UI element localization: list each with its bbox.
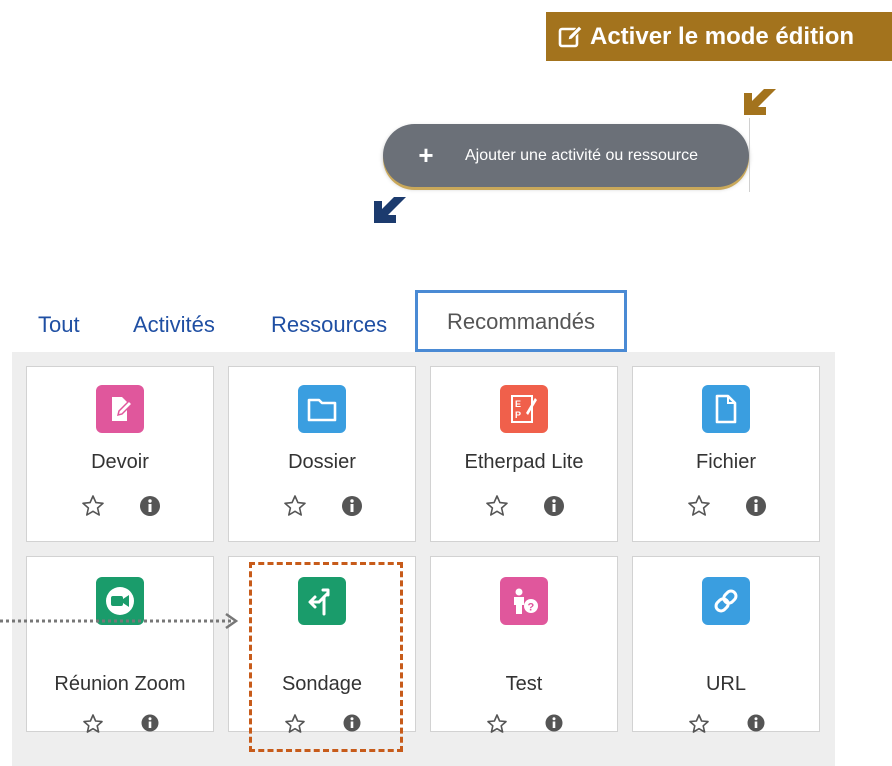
info-icon[interactable] [139,495,161,517]
star-icon[interactable] [81,714,105,734]
folder-icon [298,385,346,433]
info-icon[interactable] [745,714,767,732]
star-icon[interactable] [485,714,509,734]
module-card-dossier[interactable]: Dossier [228,366,416,542]
star-icon[interactable] [687,714,711,734]
module-card-test[interactable]: ? Test [430,556,618,734]
add-activity-label: Ajouter une activité ou ressource [465,146,699,164]
edit-mode-label: Activer le mode édition [590,22,855,50]
edit-icon [558,24,583,47]
star-icon[interactable] [283,494,307,518]
divider [749,118,750,192]
module-tabs: Tout Activités Ressources Recommandés [0,290,892,352]
highlight-frame [249,562,403,752]
quiz-icon: ? [500,577,548,625]
module-card-devoir[interactable]: Devoir [26,366,214,542]
svg-text:P: P [515,410,521,420]
module-label: Dossier [288,451,356,473]
module-label: Devoir [91,451,149,473]
tab-ressources[interactable]: Ressources [271,312,387,338]
module-label: Etherpad Lite [464,451,584,473]
module-label: Fichier [695,451,756,473]
star-icon[interactable] [485,494,509,518]
module-label: URL [705,673,746,695]
module-card-fichier[interactable]: Fichier [632,366,820,542]
assignment-icon [96,385,144,433]
star-icon[interactable] [687,494,711,518]
module-label: Réunion Zoom [54,673,186,695]
info-icon[interactable] [341,495,363,517]
tab-tout[interactable]: Tout [38,312,80,338]
tab-recommandes[interactable]: Recommandés [415,290,627,352]
module-card-url[interactable]: URL [632,556,820,734]
info-icon[interactable] [543,495,565,517]
svg-text:E: E [515,399,521,409]
etherpad-icon: EP [500,385,548,433]
tab-activites[interactable]: Activités [133,312,215,338]
svg-text:?: ? [528,602,535,614]
module-card-reunion-zoom[interactable]: Réunion Zoom [26,556,214,734]
add-activity-button[interactable]: + Ajouter une activité ou ressource [383,124,749,187]
plus-icon: + [418,140,434,170]
info-icon[interactable] [139,714,161,732]
module-chooser-panel: Devoir Dossier EP Etherpad Lite Fichier … [12,352,835,766]
module-card-etherpad[interactable]: EP Etherpad Lite [430,366,618,542]
arrow-pointer-icon [744,89,776,115]
info-icon[interactable] [543,714,565,732]
edit-mode-button[interactable]: Activer le mode édition [546,12,892,61]
file-icon [702,385,750,433]
info-icon[interactable] [745,495,767,517]
module-label: Test [505,673,543,695]
star-icon[interactable] [81,494,105,518]
link-icon [702,577,750,625]
dotted-arrow-icon [0,613,239,629]
arrow-pointer-icon [374,197,406,223]
